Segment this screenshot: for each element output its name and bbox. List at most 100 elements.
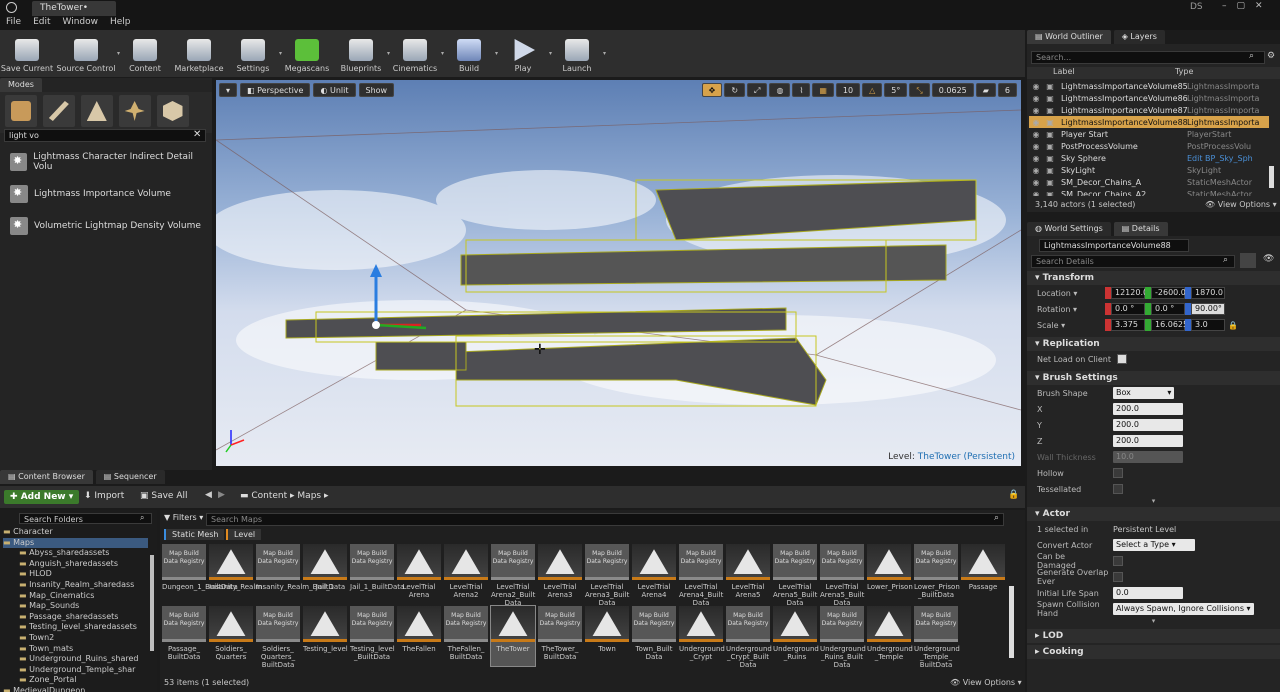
brush-settings-section[interactable]: ▾ Brush Settings	[1027, 371, 1280, 385]
folder-item[interactable]: ▬ Zone_Portal	[3, 675, 148, 686]
outliner-row[interactable]: ◉ ▣ SM_Decor_Chains_A2 StaticMeshActor	[1029, 188, 1269, 197]
level-asset[interactable]: Lower_Prison	[867, 544, 913, 604]
expand-advanced-icon[interactable]: ▾	[1027, 497, 1280, 507]
outliner-row[interactable]: ◉ ▣ Player Start PlayerStart	[1029, 128, 1269, 140]
filters-button[interactable]: ▼ Filters ▾	[164, 513, 203, 522]
details-search-input[interactable]: Search Details	[1031, 255, 1235, 268]
folder-item[interactable]: ▬ Town_mats	[3, 644, 148, 655]
surface-snap-icon[interactable]: ⌇	[792, 83, 811, 97]
level-asset[interactable]: TheTower	[490, 605, 536, 667]
folder-item[interactable]: ▬ Abyss_sharedassets	[3, 548, 148, 559]
outliner-row[interactable]: ◉ ▣ PostProcessVolume PostProcessVolu	[1029, 140, 1269, 152]
map-build-data-asset[interactable]: Map Build Data Registry Jail_1_BuiltData	[350, 544, 404, 604]
cinematics-button[interactable]: Cinematics ▾	[388, 30, 444, 77]
level-asset[interactable]: Testing_level	[303, 606, 348, 666]
launch-button[interactable]: Launch ▾	[550, 30, 606, 77]
brush-x-field[interactable]: 200.0	[1113, 403, 1183, 415]
outliner-row[interactable]: ◉ ▣ LightmassImportanceVolume85 LightmassIm…	[1029, 80, 1269, 92]
viewport-options-button[interactable]: ▾	[219, 83, 238, 97]
visibility-eye-icon[interactable]: ◉	[1029, 106, 1043, 115]
play-button[interactable]: Play ▾	[496, 30, 552, 77]
outliner-row[interactable]: ◉ ▣ LightmassImportanceVolume86 LightmassIm…	[1029, 92, 1269, 104]
folder-item[interactable]: ▬ Insanity_Realm_sharedass	[3, 580, 148, 591]
transform-section[interactable]: ▾ Transform	[1027, 271, 1280, 285]
map-build-data-asset[interactable]: Map Build Data Registry Passage_ BuiltDat…	[162, 606, 206, 666]
import-button[interactable]: ⬇ Import	[84, 491, 124, 501]
scale-z[interactable]: 3.0	[1191, 319, 1225, 331]
forward-arrow-icon[interactable]: ▶	[218, 490, 225, 500]
tab-content-browser[interactable]: ▤ Content Browser	[0, 470, 93, 484]
result-lightmass-importance[interactable]: Lightmass Importance Volume	[4, 180, 208, 208]
outliner-row[interactable]: ◉ ▣ LightmassImportanceVolume88 LightmassIm…	[1029, 116, 1269, 128]
tab-sequencer[interactable]: ▤ Sequencer	[95, 470, 165, 484]
back-arrow-icon[interactable]: ◀	[205, 490, 212, 500]
outliner-scrollbar[interactable]	[1269, 166, 1274, 188]
visibility-eye-icon[interactable]: ◉	[1029, 94, 1043, 103]
lock-icon[interactable]: 🔒	[1228, 321, 1238, 330]
search-folders-input[interactable]: Search Folders	[19, 513, 152, 524]
folder-item[interactable]: ▬ Underground_Temple_shar	[3, 665, 148, 676]
map-build-data-asset[interactable]: Map Build Data Registry LevelTrial Arena5…	[773, 544, 817, 607]
folder-item[interactable]: ▬ Passage_sharedassets	[3, 612, 148, 623]
outliner-search-input[interactable]: Search...	[1031, 51, 1265, 64]
location-z[interactable]: 1870.0	[1191, 287, 1225, 299]
map-build-data-asset[interactable]: Map Build Data Registry LevelTrial Arena5…	[820, 544, 864, 607]
rotation-snap-value[interactable]: 5°	[884, 83, 908, 97]
level-asset[interactable]: Underground _Temple	[867, 606, 913, 666]
map-build-data-asset[interactable]: Map Build Data Registry Town_Built Data	[632, 606, 676, 666]
result-volumetric-lightmap[interactable]: Volumetric Lightmap Density Volume	[4, 212, 208, 240]
map-build-data-asset[interactable]: Map Build Data Registry TheTower_ BuiltDa…	[538, 606, 582, 666]
modes-tab[interactable]: Modes	[0, 78, 42, 92]
megascans-button[interactable]: Megascans	[280, 30, 334, 77]
content-button[interactable]: Content	[118, 30, 172, 77]
foliage-mode-icon[interactable]	[118, 95, 151, 127]
tessellated-checkbox[interactable]	[1113, 484, 1123, 494]
visibility-eye-icon[interactable]: ◉	[1029, 190, 1043, 197]
level-asset[interactable]: LevelTrial Arena5	[726, 544, 770, 604]
breadcrumb-maps[interactable]: Maps	[297, 491, 321, 501]
map-build-data-asset[interactable]: Map Build Data Registry Lower_Prison _Bui…	[914, 544, 960, 604]
outliner-row[interactable]: ◉ ▣ Sky Sphere Edit BP_Sky_Sph	[1029, 152, 1269, 164]
marketplace-button[interactable]: Marketplace	[172, 30, 226, 77]
map-build-data-asset[interactable]: Map Build Data Registry Testing_level _Bu…	[350, 606, 395, 666]
save-all-button[interactable]: ▣ Save All	[140, 491, 188, 501]
save-current-button[interactable]: Save Current	[0, 30, 54, 77]
folder-scrollbar[interactable]	[150, 555, 154, 651]
asset-view-options[interactable]: 👁 View Options ▾	[950, 678, 1022, 687]
blueprints-button[interactable]: Blueprints ▾	[334, 30, 390, 77]
map-build-data-asset[interactable]: Map Build Data Registry LevelTrial Arena4…	[679, 544, 723, 607]
rotation-snap-icon[interactable]: △	[862, 83, 883, 97]
level-asset[interactable]: Insanity_Realm	[209, 544, 262, 604]
grid-snap-icon[interactable]: ▦	[812, 83, 834, 97]
scale-snap-value[interactable]: 0.0625	[931, 83, 974, 97]
level-asset[interactable]: Soldiers_ Quarters	[209, 606, 253, 666]
visibility-eye-icon[interactable]: ◉	[1029, 142, 1043, 151]
expand-actor-icon[interactable]: ▾	[1027, 617, 1280, 627]
convert-actor-select[interactable]: Select a Type ▾	[1113, 539, 1195, 551]
filter-chip-level[interactable]: Level	[226, 529, 262, 540]
spawn-collision-select[interactable]: Always Spawn, Ignore Collisions ▾	[1113, 603, 1254, 615]
document-tab[interactable]: TheTower•	[32, 1, 116, 16]
replication-section[interactable]: ▾ Replication	[1027, 337, 1280, 351]
folder-item[interactable]: ▬ Town2	[3, 633, 148, 644]
grid-snap-value[interactable]: 10	[835, 83, 861, 97]
tab-layers[interactable]: ◈ Layers	[1113, 30, 1165, 44]
geometry-mode-icon[interactable]	[156, 95, 189, 127]
map-build-data-asset[interactable]: Map Build Data Registry Underground _Temp…	[914, 606, 960, 669]
level-viewport[interactable]: ✛ ▾ ◧ Perspective ◐ Unlit Show ✥ ↻ ⤢ ◍ ⌇…	[216, 80, 1021, 466]
folder-item[interactable]: ▬ Character	[3, 527, 148, 538]
landscape-mode-icon[interactable]	[80, 95, 113, 127]
scale-snap-icon[interactable]: ⤡	[909, 83, 930, 97]
camera-speed-value[interactable]: 6	[997, 83, 1017, 97]
lod-section[interactable]: ▸ LOD	[1027, 629, 1280, 643]
level-asset[interactable]: Underground _Crypt	[679, 606, 725, 666]
brush-shape-select[interactable]: Box ▾	[1113, 387, 1175, 399]
scale-y[interactable]: 16.0625	[1151, 319, 1188, 331]
map-build-data-asset[interactable]: Map Build Data Registry Insanity_Realm_Bu…	[256, 544, 345, 604]
folder-item[interactable]: ▬ Maps	[3, 537, 148, 549]
unlit-button[interactable]: ◐ Unlit	[313, 83, 356, 97]
rotation-x[interactable]: 0.0 °	[1111, 303, 1145, 315]
actor-section[interactable]: ▾ Actor	[1027, 507, 1280, 521]
breadcrumb-content[interactable]: Content	[251, 491, 287, 501]
camera-speed-icon[interactable]: ▰	[975, 83, 996, 97]
